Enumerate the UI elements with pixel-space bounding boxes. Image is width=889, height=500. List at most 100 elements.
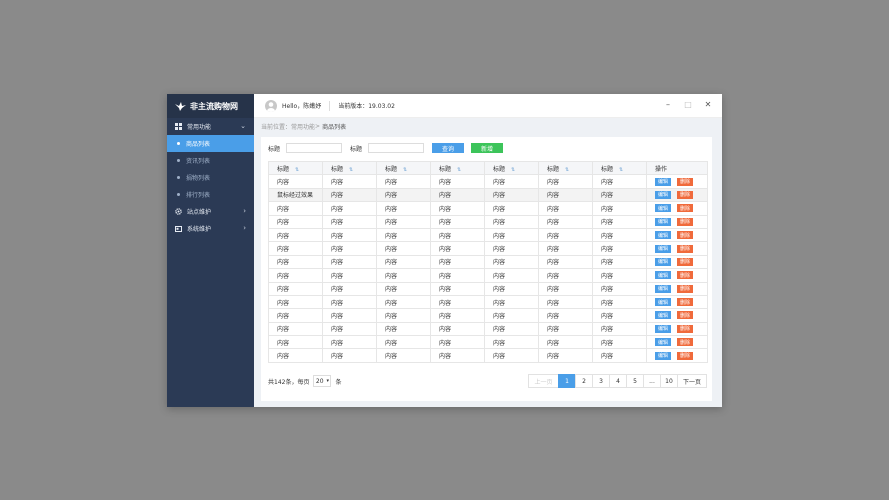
table-cell: 内容 [430, 227, 485, 243]
edit-button[interactable]: 编辑 [655, 217, 671, 226]
table-row[interactable]: 内容 内容 内容 内容 内容 内容 内容 编辑 删除 [268, 227, 708, 243]
table-row[interactable]: 内容 内容 内容 内容 内容 内容 内容 编辑 删除 [268, 214, 708, 229]
sidebar-item-donation-list[interactable]: 捐物列表 [167, 169, 254, 186]
close-icon[interactable]: ✕ [704, 100, 712, 109]
sort-icon[interactable]: ⇅ [403, 167, 407, 173]
delete-button[interactable]: 删除 [677, 324, 693, 333]
column-header[interactable]: 标题 ⇅ [592, 160, 647, 176]
sidebar-group-site[interactable]: 站点维护 › [167, 203, 254, 220]
sidebar-item-ranking-list[interactable]: 排行列表 [167, 186, 254, 203]
edit-button[interactable]: 编辑 [655, 338, 671, 347]
column-header-label: 标题 [277, 165, 290, 173]
table-cell: 内容 [430, 187, 485, 203]
page-button[interactable]: 4 [609, 374, 627, 388]
sort-icon[interactable]: ⇅ [565, 167, 569, 173]
delete-button[interactable]: 删除 [677, 351, 693, 360]
edit-button[interactable]: 编辑 [655, 257, 671, 266]
table-cell: 内容 [322, 321, 377, 337]
sort-icon[interactable]: ⇅ [457, 167, 461, 173]
sidebar-item-label: 资讯列表 [186, 158, 211, 165]
add-button[interactable]: 新增 [471, 143, 504, 153]
delete-button[interactable]: 删除 [677, 244, 693, 253]
edit-button[interactable]: 编辑 [655, 298, 671, 307]
column-header[interactable]: 标题 ⇅ [376, 160, 431, 176]
search-input-1[interactable] [286, 143, 343, 153]
query-button[interactable]: 查询 [432, 143, 465, 153]
sort-icon[interactable]: ⇅ [619, 167, 623, 173]
delete-button[interactable]: 删除 [677, 190, 693, 199]
table-row[interactable]: 内容 内容 内容 内容 内容 内容 内容 编辑 删除 [268, 321, 708, 337]
table-row[interactable]: 内容 内容 内容 内容 内容 内容 内容 编辑 删除 [268, 348, 708, 363]
column-header[interactable]: 标题 ⇅ [484, 160, 539, 176]
delete-button[interactable]: 删除 [677, 257, 693, 266]
minimize-icon[interactable]: – [664, 100, 672, 109]
page-button[interactable]: 3 [592, 374, 610, 388]
table-row[interactable]: 内容 内容 内容 内容 内容 内容 内容 编辑 删除 [268, 201, 708, 216]
table-row[interactable]: 鼠标经过效果 内容 内容 内容 内容 内容 内容 编辑 删除 [268, 187, 708, 203]
page-button[interactable]: 2 [575, 374, 593, 388]
prev-page-button[interactable]: 上一页 [528, 374, 559, 388]
sidebar-item-product-list[interactable]: 商品列表 [167, 135, 254, 152]
table-cell-actions: 编辑 删除 [646, 321, 708, 337]
table-cell: 内容 [322, 281, 377, 296]
edit-button[interactable]: 编辑 [655, 231, 671, 240]
delete-button[interactable]: 删除 [677, 298, 693, 307]
table-row[interactable]: 内容 内容 内容 内容 内容 内容 内容 编辑 删除 [268, 281, 708, 296]
table-cell-actions: 编辑 删除 [646, 201, 708, 216]
delete-button[interactable]: 删除 [677, 338, 693, 347]
sort-icon[interactable]: ⇅ [295, 167, 299, 173]
table-cell: 内容 [484, 321, 539, 337]
delete-button[interactable]: 删除 [677, 271, 693, 280]
column-header[interactable]: 标题 ⇅ [322, 160, 377, 176]
page-ellipsis[interactable]: ... [643, 374, 661, 388]
logo-text: 非主流购物网 [190, 101, 238, 111]
edit-button[interactable]: 编辑 [655, 351, 671, 360]
edit-button[interactable]: 编辑 [655, 177, 671, 186]
sidebar-group-common[interactable]: 常用功能 ⌄ [167, 118, 254, 135]
table-cell: 内容 [538, 348, 593, 363]
delete-button[interactable]: 删除 [677, 231, 693, 240]
edit-button[interactable]: 编辑 [655, 190, 671, 199]
edit-button[interactable]: 编辑 [655, 244, 671, 253]
table-cell: 内容 [484, 201, 539, 216]
table-row[interactable]: 内容 内容 内容 内容 内容 内容 内容 编辑 删除 [268, 241, 708, 256]
page-button[interactable]: 10 [660, 374, 678, 388]
edit-button[interactable]: 编辑 [655, 284, 671, 293]
table-cell: 内容 [322, 335, 377, 350]
sort-icon[interactable]: ⇅ [349, 167, 353, 173]
table-row[interactable]: 内容 内容 内容 内容 内容 内容 内容 编辑 删除 [268, 174, 708, 189]
pagination: 上一页 1 2 3 4 5... 10 下一页 [528, 374, 707, 388]
column-header[interactable]: 标题 ⇅ [538, 160, 593, 176]
table-row[interactable]: 内容 内容 内容 内容 内容 内容 内容 编辑 删除 [268, 335, 708, 350]
table-row[interactable]: 内容 内容 内容 内容 内容 内容 内容 编辑 删除 [268, 268, 708, 283]
next-page-button[interactable]: 下一页 [677, 374, 707, 388]
maximize-icon[interactable]: □ [684, 100, 692, 109]
delete-button[interactable]: 删除 [677, 284, 693, 293]
edit-button[interactable]: 编辑 [655, 204, 671, 213]
edit-button[interactable]: 编辑 [655, 324, 671, 333]
delete-button[interactable]: 删除 [677, 204, 693, 213]
sidebar-item-news-list[interactable]: 资讯列表 [167, 152, 254, 169]
table-row[interactable]: 内容 内容 内容 内容 内容 内容 内容 编辑 删除 [268, 254, 708, 270]
table-row[interactable]: 内容 内容 内容 内容 内容 内容 内容 编辑 删除 [268, 294, 708, 310]
breadcrumb-parent[interactable]: 常用功能 [291, 122, 315, 131]
column-header[interactable]: 标题 ⇅ [268, 160, 323, 176]
table-row[interactable]: 内容 内容 内容 内容 内容 内容 内容 编辑 删除 [268, 308, 708, 323]
delete-button[interactable]: 删除 [677, 177, 693, 186]
delete-button[interactable]: 删除 [677, 311, 693, 320]
column-header[interactable]: 标题 ⇅ [430, 160, 485, 176]
page-button[interactable]: 5 [626, 374, 644, 388]
delete-button[interactable]: 删除 [677, 217, 693, 226]
table-cell: 内容 [592, 214, 647, 229]
search-input-2[interactable] [368, 143, 425, 153]
page-button[interactable]: 1 [558, 374, 576, 388]
sidebar-group-system[interactable]: 系统维护 › [167, 220, 254, 237]
page-size-select[interactable]: 20 ▾ [313, 375, 332, 387]
chevron-right-icon: › [243, 207, 246, 215]
breadcrumb-current: 商品列表 [322, 124, 347, 131]
sort-icon[interactable]: ⇅ [511, 167, 515, 173]
edit-button[interactable]: 编辑 [655, 271, 671, 280]
chevron-right-icon: › [243, 224, 246, 232]
edit-button[interactable]: 编辑 [655, 311, 671, 320]
avatar[interactable] [265, 99, 277, 112]
